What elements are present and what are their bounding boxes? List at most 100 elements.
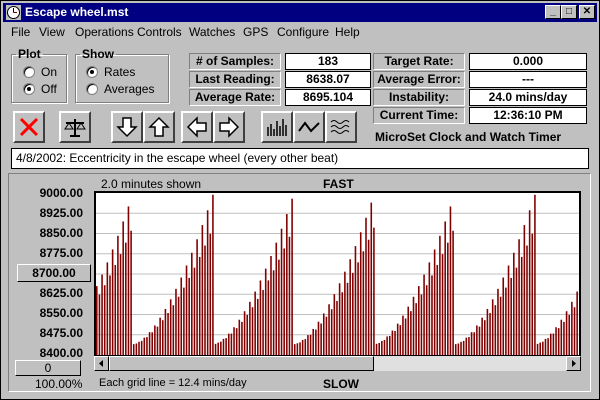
scroll-down-button[interactable] bbox=[111, 111, 143, 143]
instability-value: 24.0 mins/day bbox=[469, 89, 587, 106]
bar bbox=[420, 294, 423, 355]
bar bbox=[336, 301, 338, 355]
menu-configure[interactable]: Configure bbox=[277, 25, 329, 39]
stop-button[interactable] bbox=[13, 111, 45, 143]
menu-gps[interactable]: GPS bbox=[243, 25, 268, 39]
arrow-down-icon bbox=[116, 117, 138, 138]
bar bbox=[143, 337, 146, 355]
menu-operations[interactable]: Operations bbox=[75, 25, 134, 39]
bar bbox=[135, 343, 138, 355]
last-reading-label: Last Reading: bbox=[189, 71, 281, 88]
y-label: 8925.00 bbox=[39, 206, 83, 220]
bar bbox=[233, 327, 235, 355]
balance-button[interactable] bbox=[59, 111, 91, 143]
bar bbox=[452, 230, 454, 355]
bar bbox=[227, 333, 230, 355]
bar bbox=[264, 268, 267, 355]
minimize-button[interactable]: _ bbox=[545, 5, 561, 19]
bar bbox=[528, 210, 531, 355]
scroll-up-button[interactable] bbox=[143, 111, 175, 143]
scroll-left-button[interactable] bbox=[181, 111, 213, 143]
maximize-button[interactable]: □ bbox=[561, 5, 577, 19]
scroll-thumb[interactable] bbox=[109, 356, 374, 371]
plot-off-label: Off bbox=[41, 82, 57, 96]
bar bbox=[304, 339, 307, 355]
bar bbox=[449, 206, 452, 355]
bar bbox=[296, 343, 299, 355]
wave-graph-button[interactable] bbox=[325, 111, 357, 143]
bar bbox=[283, 248, 285, 355]
menu-controls[interactable]: Controls bbox=[137, 25, 182, 39]
bar bbox=[412, 296, 415, 355]
bar bbox=[502, 277, 505, 355]
bar bbox=[125, 242, 127, 355]
samples-value: 183 bbox=[285, 53, 371, 70]
bar bbox=[204, 245, 206, 355]
bar bbox=[117, 235, 119, 355]
bar bbox=[515, 267, 518, 355]
bar bbox=[563, 321, 565, 355]
bar bbox=[526, 245, 528, 355]
bar bbox=[214, 343, 217, 355]
line-graph-button[interactable] bbox=[293, 111, 325, 143]
bar-graph-button[interactable] bbox=[261, 111, 293, 143]
bar bbox=[399, 325, 402, 355]
bar bbox=[365, 217, 367, 355]
bar bbox=[383, 340, 386, 355]
menu-file[interactable]: File bbox=[11, 25, 30, 39]
line-graph-icon bbox=[298, 121, 320, 133]
bar bbox=[196, 239, 198, 355]
bar bbox=[373, 227, 375, 355]
bar bbox=[402, 315, 404, 355]
bar bbox=[460, 341, 462, 355]
fast-label: FAST bbox=[323, 177, 354, 191]
bar bbox=[568, 314, 571, 355]
bar bbox=[468, 337, 470, 355]
bar bbox=[225, 338, 227, 355]
bar bbox=[159, 317, 161, 355]
menu-bar: File View Operations Controls Watches GP… bbox=[3, 23, 597, 41]
plot-scrollbar[interactable] bbox=[94, 356, 581, 371]
bar bbox=[317, 321, 320, 355]
note-field[interactable]: 4/8/2002: Eccentricity in the escape whe… bbox=[11, 148, 589, 169]
bar bbox=[259, 280, 262, 355]
bar bbox=[444, 221, 446, 355]
scale-balance-icon bbox=[64, 119, 86, 137]
bar bbox=[251, 307, 254, 355]
samples-label: # of Samples: bbox=[189, 53, 281, 70]
arrow-left-icon bbox=[186, 116, 207, 138]
bar bbox=[106, 262, 109, 355]
bar bbox=[378, 342, 380, 355]
center-rate-button[interactable]: 8700.00 bbox=[17, 264, 91, 282]
scroll-left-arrow[interactable] bbox=[94, 356, 109, 371]
bar bbox=[320, 323, 322, 355]
bar bbox=[404, 318, 407, 355]
scale-spinner[interactable]: 0 bbox=[15, 360, 81, 376]
bar bbox=[132, 344, 135, 355]
bar bbox=[483, 320, 486, 355]
close-button[interactable]: ✕ bbox=[579, 5, 595, 19]
y-label: 8400.00 bbox=[39, 346, 83, 360]
menu-view[interactable]: View bbox=[39, 25, 65, 39]
menu-watches[interactable]: Watches bbox=[189, 25, 235, 39]
bar bbox=[423, 274, 425, 355]
bar bbox=[571, 301, 573, 355]
title-bar[interactable]: Escape wheel.mst bbox=[3, 3, 597, 22]
bar bbox=[299, 342, 301, 355]
scroll-right-button[interactable] bbox=[213, 111, 245, 143]
bar bbox=[169, 299, 172, 355]
bar bbox=[301, 339, 304, 355]
last-reading-value: 8638.07 bbox=[285, 71, 371, 88]
bar bbox=[315, 329, 317, 355]
bar bbox=[238, 319, 241, 355]
scroll-right-arrow[interactable] bbox=[566, 356, 581, 371]
menu-help[interactable]: Help bbox=[335, 25, 360, 39]
bar bbox=[130, 230, 132, 355]
bar bbox=[552, 333, 555, 355]
bar bbox=[262, 289, 264, 355]
bar bbox=[534, 194, 536, 355]
bar bbox=[212, 194, 214, 355]
bar bbox=[307, 335, 309, 355]
window-title: Escape wheel.mst bbox=[25, 5, 129, 19]
bar bbox=[330, 309, 333, 355]
